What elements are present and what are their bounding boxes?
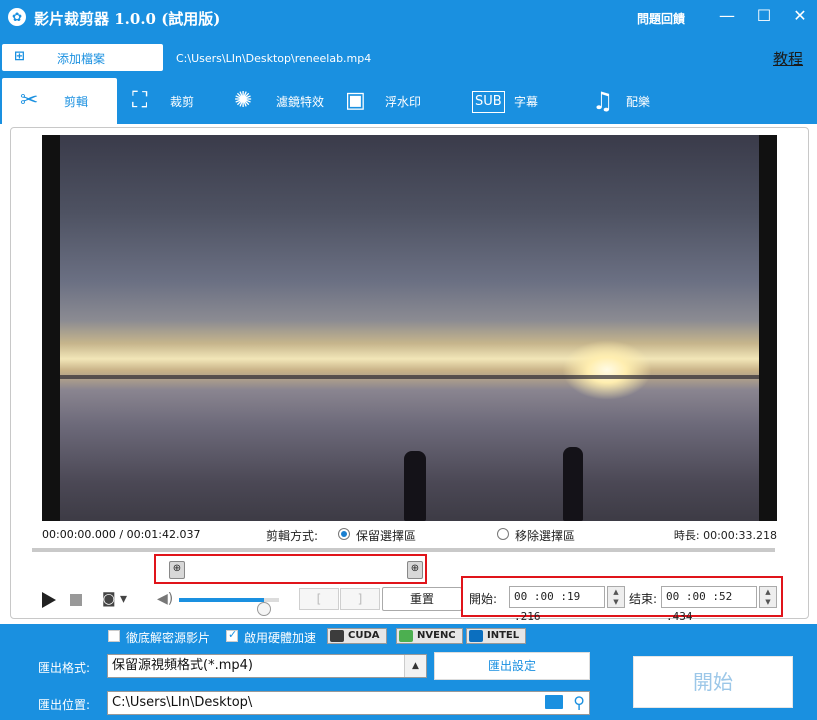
volume-fill <box>179 598 264 602</box>
file-path: C:\Users\LIn\Desktop\reneelab.mp4 <box>176 52 372 65</box>
tab-crop[interactable]: ⛶ 裁剪 <box>128 78 228 124</box>
watermark-icon: ▣ <box>345 88 366 113</box>
handle-grip-icon: ⊕ <box>407 561 423 579</box>
stop-icon[interactable] <box>70 594 82 606</box>
tab-subtitle[interactable]: SUB 字幕 <box>472 78 562 124</box>
reset-button[interactable]: 重置 <box>382 587 462 611</box>
time-range-highlight: 開始: 00 :00 :19 .216 ▲ ▼ 结束: 00 :00 :52 .4… <box>461 576 783 623</box>
duration: 時長: 00:00:33.218 <box>673 529 777 542</box>
start-time-spinner[interactable]: ▲ ▼ <box>607 586 625 608</box>
tab-bar: ✂ 剪輯 ⛶ 裁剪 ✺ 濾鏡特效 ▣ 浮水印 SUB 字幕 ♫ 配樂 <box>0 78 817 124</box>
output-path-value: C:\Users\LIn\Desktop\ <box>112 695 253 710</box>
tab-filter[interactable]: ✺ 濾鏡特效 <box>234 78 344 124</box>
hw-accel-checkbox[interactable] <box>226 628 238 642</box>
minimize-button[interactable]: — <box>713 4 741 28</box>
tutorial-link[interactable]: 教程 <box>773 48 803 69</box>
filter-icon: ✺ <box>234 88 253 113</box>
chevron-up-icon[interactable]: ▲ <box>404 655 426 677</box>
tab-clip[interactable]: ✂ 剪輯 <box>2 78 117 124</box>
snapshot-icon[interactable]: ◙ ▾ <box>102 591 136 609</box>
tab-watermark[interactable]: ▣ 浮水印 <box>345 78 445 124</box>
handle-grip-icon: ⊕ <box>169 561 185 579</box>
volume-icon[interactable]: ◀) <box>157 591 173 607</box>
tab-filter-label: 濾鏡特效 <box>276 95 325 109</box>
full-decrypt-label: 徹底解密源影片 <box>126 631 211 645</box>
main-panel: 00:00:00.000 / 00:01:42.037 剪輯方式: 保留選擇區 … <box>0 124 817 624</box>
horizon <box>60 375 759 379</box>
set-end-button[interactable]: ] <box>340 588 380 610</box>
subtitle-icon: SUB <box>472 91 505 113</box>
nvenc-badge: NVENC <box>396 628 463 644</box>
intel-badge: INTEL <box>466 628 527 644</box>
app-logo-icon: ✿ <box>8 8 26 26</box>
sun <box>562 340 652 400</box>
output-path-input[interactable]: C:\Users\LIn\Desktop\ ⚲ <box>107 691 590 715</box>
add-file-button[interactable]: ⊞ 添加檔案 <box>2 44 163 71</box>
add-file-icon: ⊞ <box>14 49 25 64</box>
play-icon[interactable] <box>42 592 56 608</box>
folder-icon[interactable] <box>545 695 563 709</box>
info-row: 00:00:00.000 / 00:01:42.037 剪輯方式: 保留選擇區 … <box>42 526 777 544</box>
timeline-track[interactable] <box>32 548 775 552</box>
end-handle[interactable]: ⊕ <box>405 559 425 579</box>
tab-clip-label: 剪輯 <box>64 95 89 109</box>
crop-icon: ⛶ <box>132 88 148 113</box>
format-label: 匯出格式: <box>38 661 91 675</box>
export-settings-button[interactable]: 匯出設定 <box>434 652 590 680</box>
tab-music[interactable]: ♫ 配樂 <box>592 78 672 124</box>
full-decrypt-checkbox[interactable] <box>108 630 120 642</box>
volume-knob[interactable] <box>257 602 271 616</box>
intel-icon <box>469 630 483 642</box>
maximize-button[interactable]: ☐ <box>750 4 778 28</box>
nvidia-icon <box>330 630 344 642</box>
end-time-spinner[interactable]: ▲ ▼ <box>759 586 777 608</box>
end-time-input[interactable]: 00 :00 :52 .434 <box>661 586 757 623</box>
app-title: 影片裁剪器 1.0.0 (試用版) <box>34 10 221 28</box>
playback-controls: ◙ ▾ ◀) [ ] 重置 <box>42 587 462 616</box>
set-start-button[interactable]: [ <box>299 588 339 610</box>
silhouette-person <box>563 447 583 521</box>
title-bar: ✿ 影片裁剪器 1.0.0 (試用版) 問題回饋 — ☐ ✕ <box>0 0 817 34</box>
tab-watermark-label: 浮水印 <box>385 95 422 109</box>
start-time-label: 開始: <box>469 592 498 606</box>
cuda-badge: CUDA <box>327 628 387 644</box>
feedback-link[interactable]: 問題回饋 <box>637 10 685 27</box>
add-file-label: 添加檔案 <box>57 52 106 66</box>
cuda-label: CUDA <box>348 630 380 641</box>
location-label: 匯出位置: <box>38 698 91 712</box>
video-preview <box>42 135 777 521</box>
playback-position: 00:00:00.000 / 00:01:42.037 <box>42 528 201 541</box>
remove-selection-label[interactable]: 移除選擇區 <box>515 527 575 544</box>
selection-range-highlight: ⊕ ⊕ <box>154 554 427 584</box>
start-button[interactable]: 開始 <box>633 656 793 708</box>
start-time-input[interactable]: 00 :00 :19 .216 <box>509 586 605 623</box>
intel-label: INTEL <box>487 630 520 641</box>
close-button[interactable]: ✕ <box>786 4 814 28</box>
tab-music-label: 配樂 <box>626 95 651 109</box>
start-handle[interactable]: ⊕ <box>167 559 187 579</box>
tab-crop-label: 裁剪 <box>170 95 195 109</box>
search-icon[interactable]: ⚲ <box>573 693 585 713</box>
editor-panel: 00:00:00.000 / 00:01:42.037 剪輯方式: 保留選擇區 … <box>10 127 809 623</box>
format-value: 保留源視頻格式(*.mp4) <box>112 658 253 673</box>
hw-accel-label: 啟用硬體加速 <box>244 631 317 645</box>
clip-mode-label: 剪輯方式: <box>266 529 319 543</box>
silhouette-person <box>404 451 426 521</box>
remove-selection-radio[interactable] <box>497 528 509 540</box>
tab-subtitle-label: 字幕 <box>514 95 539 109</box>
keep-selection-label[interactable]: 保留選擇區 <box>356 527 416 544</box>
end-time-label: 结束: <box>629 592 658 606</box>
nvenc-label: NVENC <box>417 630 456 641</box>
export-bar: 徹底解密源影片 啟用硬體加速 CUDA NVENC INTEL 匯出格式: 保留… <box>0 624 817 720</box>
keep-selection-radio[interactable] <box>338 528 350 540</box>
clip-icon: ✂ <box>20 88 39 113</box>
music-icon: ♫ <box>592 87 614 115</box>
volume-slider[interactable] <box>179 598 279 616</box>
file-bar: ⊞ 添加檔案 C:\Users\LIn\Desktop\reneelab.mp4… <box>0 34 817 78</box>
format-select[interactable]: 保留源視頻格式(*.mp4) ▲ <box>107 654 427 678</box>
nvidia-icon <box>399 630 413 642</box>
